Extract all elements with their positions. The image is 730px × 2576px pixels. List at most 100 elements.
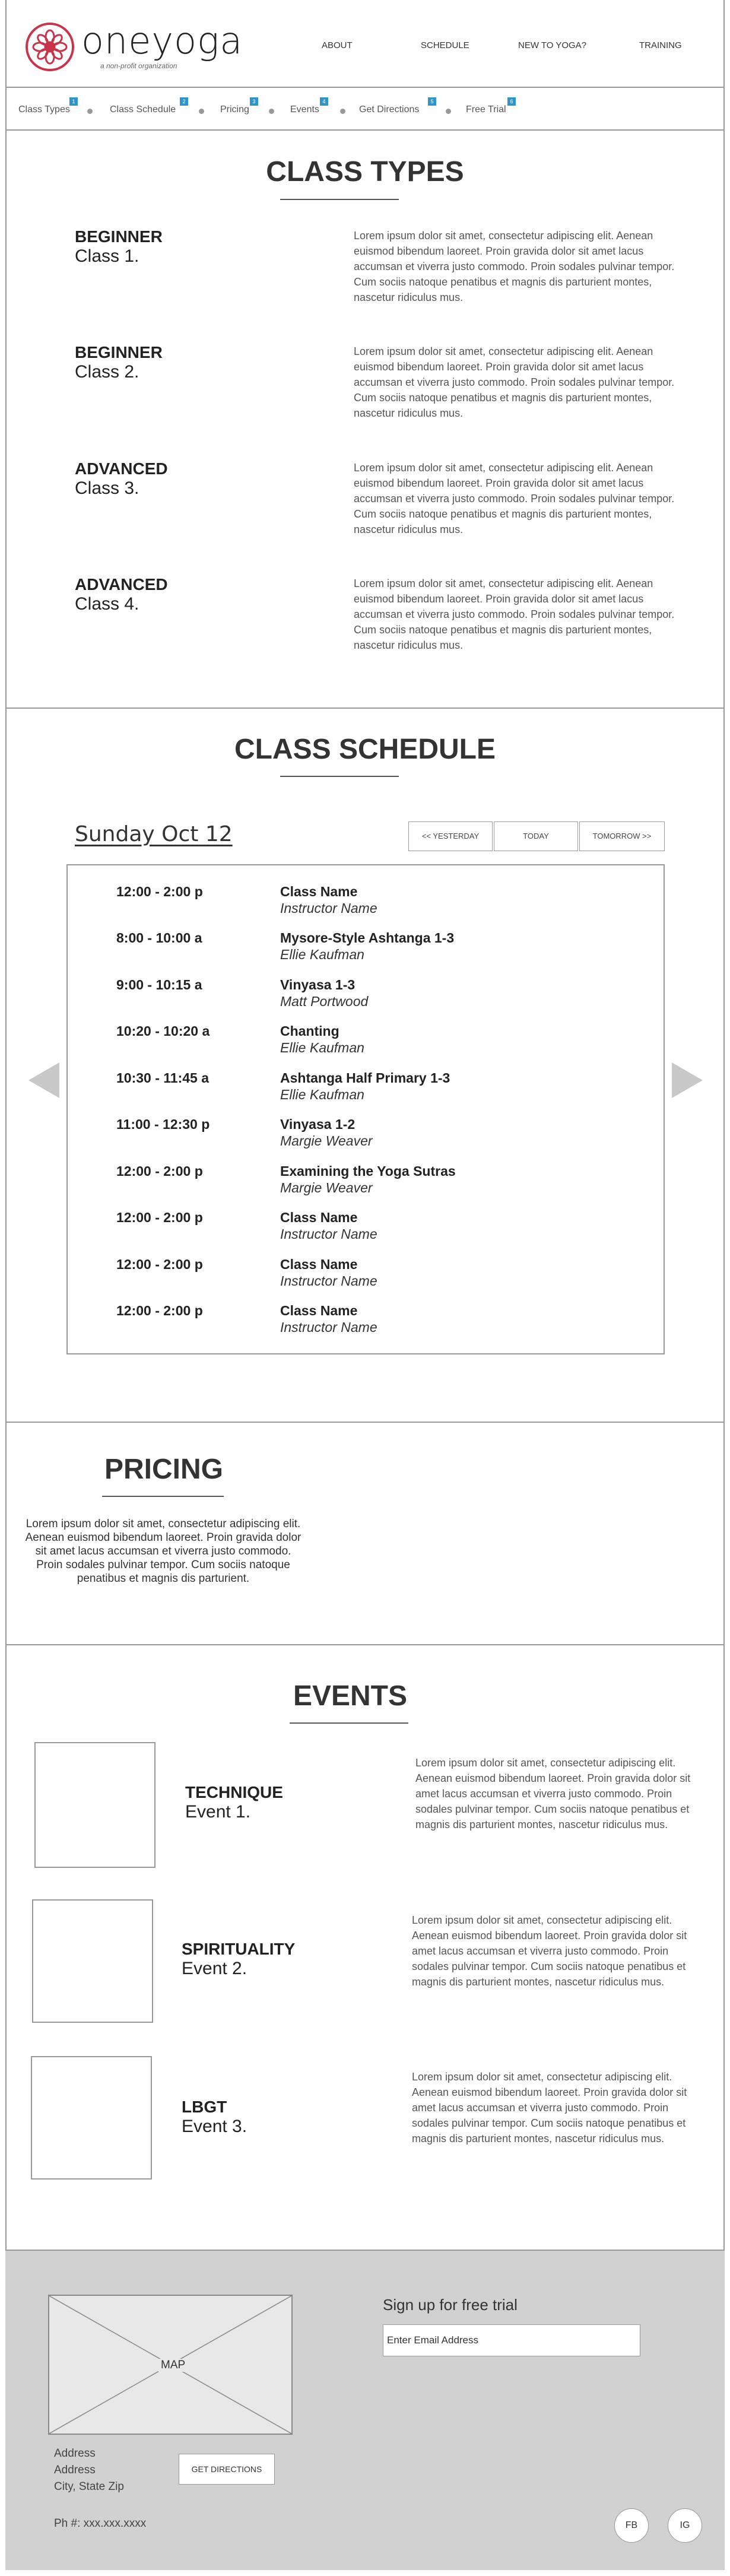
instagram-icon[interactable]: IG: [668, 2508, 702, 2543]
class-title: Class Name: [280, 1257, 358, 1272]
lotus-logo-icon[interactable]: [26, 23, 74, 71]
class-name: Class 1.: [75, 246, 139, 266]
brand-tagline: a non-profit organization: [100, 62, 177, 70]
instructor-name: Margie Weaver: [280, 1133, 373, 1149]
address-line: Address: [54, 2464, 96, 2476]
map-label: MAP: [158, 2359, 188, 2372]
subnav-get-directions[interactable]: Get Directions: [359, 104, 419, 115]
class-level: ADVANCED: [75, 459, 168, 478]
instructor-name: Instructor Name: [280, 1226, 377, 1242]
event-image[interactable]: [31, 2056, 152, 2180]
class-time: 12:00 - 2:00 p: [116, 1210, 203, 1225]
subnav-pricing[interactable]: Pricing: [220, 104, 249, 115]
nav-new-to-yoga[interactable]: NEW TO YOGA?: [518, 40, 586, 50]
class-description: Lorem ipsum dolor sit amet, consectetur …: [354, 345, 675, 419]
get-directions-button[interactable]: GET DIRECTIONS: [179, 2454, 275, 2485]
class-title: Ashtanga Half Primary 1-3: [280, 1070, 450, 1086]
location-map[interactable]: MAP: [48, 2295, 293, 2435]
section-divider: [5, 1422, 725, 1423]
site-footer: MAP Address Address City, State Zip GET …: [5, 2250, 725, 2570]
subnav-badge: 1: [69, 97, 78, 106]
pricing-description: Lorem ipsum dolor sit amet, consectetur …: [25, 1518, 301, 1585]
instructor-name: Ellie Kaufman: [280, 1040, 364, 1055]
subnav-badge: 6: [507, 97, 516, 106]
title-underline: [280, 776, 399, 777]
class-schedule-title: CLASS SCHEDULE: [234, 734, 496, 765]
brand-name[interactable]: oneyoga: [81, 19, 243, 62]
event-description: Lorem ipsum dolor sit amet, consectetur …: [412, 1914, 687, 1988]
yesterday-button[interactable]: << YESTERDAY: [408, 821, 493, 851]
section-subnav: Class Types 1 Class Schedule 2 Pricing 3…: [5, 89, 725, 131]
signup-label: Sign up for free trial: [383, 2296, 518, 2314]
event-category: TECHNIQUE: [185, 1783, 283, 1801]
instructor-name: Matt Portwood: [280, 994, 369, 1009]
subnav-separator-dot: [340, 109, 345, 114]
class-title: Examining the Yoga Sutras: [280, 1163, 456, 1179]
phone-number: Ph #: xxx.xxx.xxxx: [54, 2517, 147, 2530]
class-time: 12:00 - 2:00 p: [116, 884, 203, 899]
class-types-title: CLASS TYPES: [266, 156, 464, 188]
subnav-class-types[interactable]: Class Types: [18, 104, 70, 115]
instructor-name: Ellie Kaufman: [280, 947, 364, 962]
site-header: oneyoga a non-profit organization ABOUT …: [5, 0, 725, 88]
title-underline: [290, 1722, 408, 1724]
title-underline: [102, 1496, 224, 1497]
nav-about[interactable]: ABOUT: [322, 40, 353, 50]
class-description: Lorem ipsum dolor sit amet, consectetur …: [354, 462, 675, 535]
subnav-badge: 4: [320, 97, 328, 106]
instructor-name: Instructor Name: [280, 900, 377, 916]
class-name: Class 3.: [75, 478, 139, 498]
schedule-list: 12:00 - 2:00 p Class Name Instructor Nam…: [66, 864, 665, 1354]
subnav-separator-dot: [446, 109, 451, 114]
event-name: Event 1.: [185, 1802, 251, 1822]
subnav-free-trial[interactable]: Free Trial: [466, 104, 506, 115]
class-time: 12:00 - 2:00 p: [116, 1303, 203, 1318]
event-name: Event 3.: [182, 2117, 247, 2136]
facebook-icon[interactable]: FB: [614, 2508, 649, 2543]
today-button[interactable]: TODAY: [494, 821, 578, 851]
email-field[interactable]: [383, 2324, 640, 2356]
title-underline: [280, 199, 399, 200]
nav-training[interactable]: TRAINING: [639, 40, 682, 50]
subnav-separator-dot: [199, 109, 204, 114]
class-title: Class Name: [280, 1303, 358, 1318]
class-time: 10:20 - 10:20 a: [116, 1023, 210, 1039]
address-city: City, State Zip: [54, 2480, 124, 2493]
event-description: Lorem ipsum dolor sit amet, consectetur …: [415, 1757, 691, 1831]
event-name: Event 2.: [182, 1959, 247, 1978]
instructor-name: Margie Weaver: [280, 1180, 373, 1195]
class-level: BEGINNER: [75, 343, 163, 361]
schedule-date: Sunday Oct 12: [75, 822, 233, 846]
subnav-separator-dot: [87, 109, 93, 114]
class-time: 11:00 - 12:30 p: [116, 1116, 210, 1132]
class-time: 12:00 - 2:00 p: [116, 1257, 203, 1272]
instructor-name: Instructor Name: [280, 1319, 377, 1335]
class-time: 8:00 - 10:00 a: [116, 930, 202, 946]
class-title: Mysore-Style Ashtanga 1-3: [280, 930, 455, 946]
next-arrow-icon[interactable]: [672, 1062, 703, 1098]
event-image[interactable]: [32, 1899, 153, 2023]
subnav-class-schedule[interactable]: Class Schedule: [110, 104, 176, 115]
previous-arrow-icon[interactable]: [28, 1062, 59, 1098]
class-title: Class Name: [280, 1210, 358, 1225]
pricing-title: PRICING: [104, 1454, 223, 1485]
tomorrow-button[interactable]: TOMORROW >>: [579, 821, 665, 851]
event-description: Lorem ipsum dolor sit amet, consectetur …: [412, 2071, 687, 2144]
subnav-badge: 5: [428, 97, 436, 106]
subnav-events[interactable]: Events: [290, 104, 319, 115]
class-description: Lorem ipsum dolor sit amet, consectetur …: [354, 230, 675, 303]
class-title: Chanting: [280, 1023, 339, 1039]
class-description: Lorem ipsum dolor sit amet, consectetur …: [354, 578, 675, 651]
events-title: EVENTS: [293, 1680, 408, 1712]
class-name: Class 4.: [75, 594, 139, 614]
class-name: Class 2.: [75, 362, 139, 382]
instructor-name: Ellie Kaufman: [280, 1087, 364, 1102]
class-time: 10:30 - 11:45 a: [116, 1070, 210, 1086]
section-divider: [5, 1644, 725, 1645]
event-image[interactable]: [34, 1742, 155, 1868]
address-line: Address: [54, 2447, 96, 2460]
subnav-badge: 3: [250, 97, 258, 106]
nav-schedule[interactable]: SCHEDULE: [421, 40, 469, 50]
section-divider: [5, 708, 725, 709]
subnav-badge: 2: [180, 97, 188, 106]
